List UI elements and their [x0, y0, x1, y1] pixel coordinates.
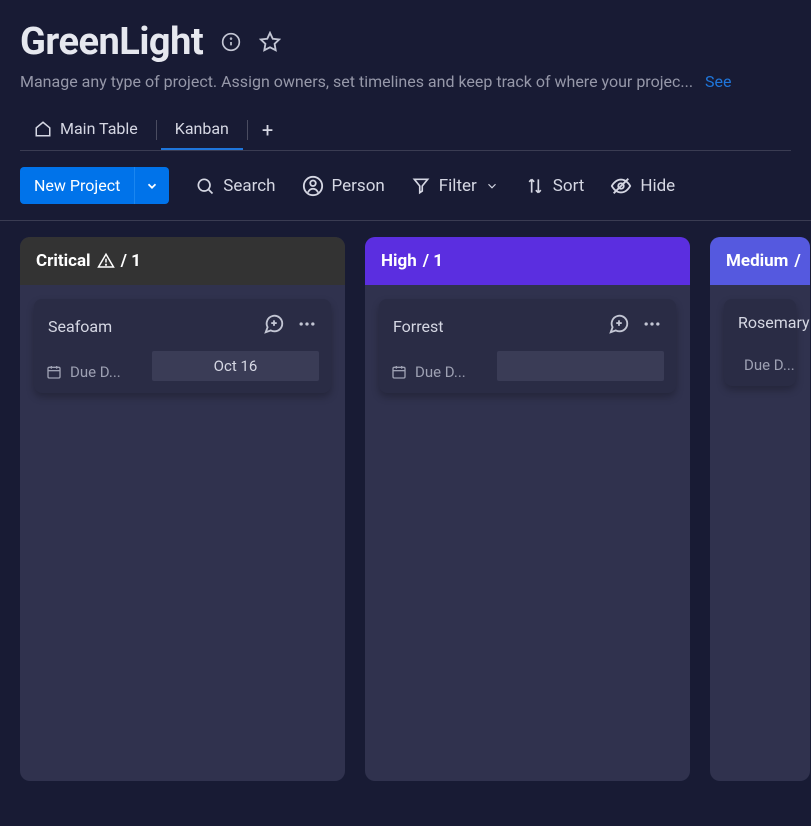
hide-icon	[610, 175, 632, 197]
tab-label: Main Table	[60, 119, 138, 138]
see-more-link[interactable]: See	[705, 72, 731, 91]
card-title: Rosemary	[738, 313, 810, 332]
add-view-button[interactable]: +	[252, 114, 283, 146]
new-item-split-button: New Project	[20, 167, 169, 204]
toolbar: New Project Search Person Filter Sort Hi…	[0, 151, 811, 221]
filter-label: Filter	[439, 176, 477, 196]
column-header[interactable]: High / 1	[365, 237, 690, 285]
card-menu-icon[interactable]	[297, 314, 317, 338]
tab-kanban[interactable]: Kanban	[161, 109, 243, 150]
info-icon[interactable]	[221, 32, 241, 52]
chevron-down-icon	[485, 179, 499, 193]
card-title: Seafoam	[48, 317, 112, 336]
add-update-icon[interactable]	[608, 313, 630, 339]
tab-main-table[interactable]: Main Table	[20, 109, 152, 150]
kanban-column-high: High / 1 Forrest	[365, 237, 690, 781]
person-label: Person	[332, 176, 385, 196]
person-tool[interactable]: Person	[302, 175, 385, 197]
view-tabs: Main Table Kanban +	[20, 109, 791, 151]
person-icon	[302, 175, 324, 197]
due-date-label: Due D...	[34, 351, 152, 393]
card-menu-icon[interactable]	[642, 314, 662, 338]
filter-icon	[411, 176, 431, 196]
due-date-label: Due D...	[379, 351, 497, 393]
new-item-dropdown[interactable]	[134, 167, 169, 204]
due-date-value[interactable]: Oct 16	[152, 351, 319, 381]
kanban-card[interactable]: Rosemary Due D...	[724, 299, 796, 386]
kanban-card[interactable]: Forrest Due D...	[379, 299, 676, 393]
card-title: Forrest	[393, 317, 443, 336]
sort-label: Sort	[553, 176, 585, 196]
kanban-column-medium: Medium / Rosemary Due D...	[710, 237, 810, 781]
column-name: Critical	[36, 251, 91, 271]
column-header[interactable]: Critical / 1	[20, 237, 345, 285]
hide-tool[interactable]: Hide	[610, 175, 675, 197]
star-icon[interactable]	[259, 31, 281, 53]
tab-label: Kanban	[175, 119, 229, 138]
tab-divider	[247, 120, 248, 140]
sort-tool[interactable]: Sort	[525, 176, 585, 196]
calendar-icon	[46, 364, 62, 380]
search-tool[interactable]: Search	[195, 176, 275, 196]
calendar-icon	[391, 364, 407, 380]
column-name: Medium	[726, 251, 788, 271]
due-date-label: Due D...	[724, 344, 796, 386]
column-count: / 1	[121, 251, 141, 271]
kanban-board: Critical / 1 Seafoam	[0, 221, 811, 811]
column-count: /	[794, 251, 800, 271]
add-update-icon[interactable]	[263, 313, 285, 339]
board-title: GreenLight	[20, 20, 203, 64]
due-date-value[interactable]	[497, 351, 664, 381]
column-count: / 1	[423, 251, 443, 271]
warning-icon	[97, 252, 115, 270]
new-item-button[interactable]: New Project	[20, 167, 134, 204]
column-header[interactable]: Medium /	[710, 237, 810, 285]
hide-label: Hide	[640, 176, 675, 196]
search-label: Search	[223, 176, 275, 196]
column-name: High	[381, 251, 417, 271]
board-subtitle: Manage any type of project. Assign owner…	[20, 72, 693, 91]
sort-icon	[525, 176, 545, 196]
tab-divider	[156, 120, 157, 140]
kanban-card[interactable]: Seafoam Due D... Oct	[34, 299, 331, 393]
kanban-column-critical: Critical / 1 Seafoam	[20, 237, 345, 781]
filter-tool[interactable]: Filter	[411, 176, 499, 196]
search-icon	[195, 176, 215, 196]
